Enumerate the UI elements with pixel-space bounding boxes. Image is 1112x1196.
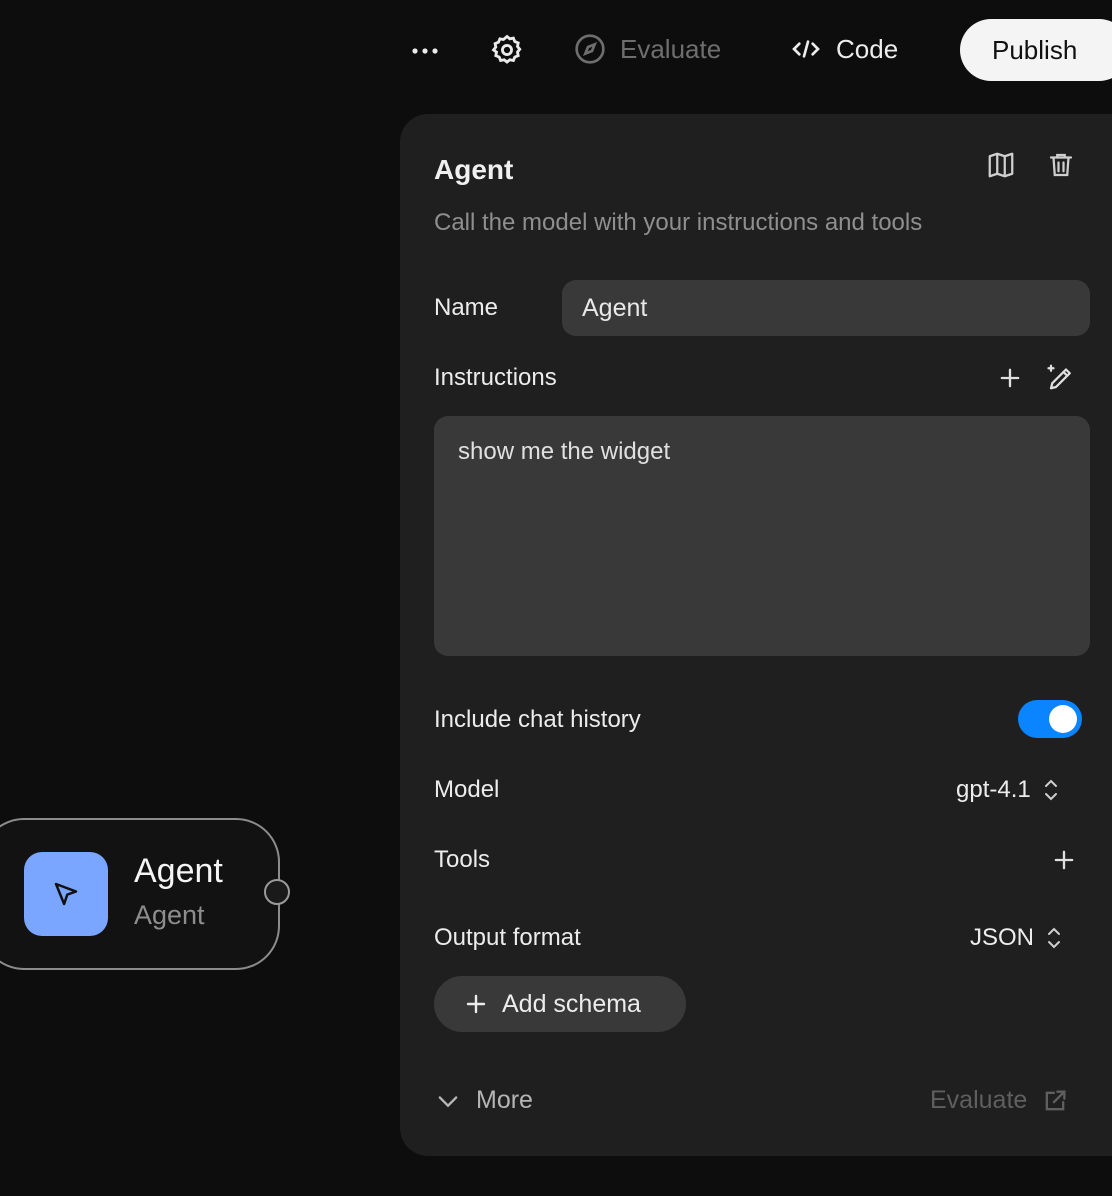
name-field[interactable] (562, 280, 1090, 336)
publish-button[interactable]: Publish (960, 19, 1112, 81)
toggle-knob (1049, 705, 1077, 733)
model-select[interactable]: gpt-4.1 (956, 776, 1061, 804)
add-schema-button[interactable]: Add schema (434, 976, 686, 1032)
docs-button[interactable] (986, 150, 1016, 185)
evaluate-button[interactable]: Evaluate (574, 33, 721, 65)
plus-icon (1054, 850, 1074, 870)
delete-button[interactable] (1046, 150, 1076, 185)
instructions-label: Instructions (434, 364, 557, 391)
code-icon (792, 40, 820, 58)
more-label: More (476, 1086, 533, 1114)
chat-history-toggle[interactable] (1018, 700, 1082, 738)
panel-title: Agent (434, 154, 514, 185)
external-link-icon (1045, 1090, 1066, 1110)
add-instruction-button[interactable] (996, 364, 1024, 397)
chevron-down-icon (438, 1095, 458, 1107)
chevron-up-down-icon (1044, 779, 1057, 801)
node-title: Agent (134, 852, 223, 890)
code-label: Code (836, 33, 899, 64)
panel-subtitle: Call the model with your instructions an… (434, 209, 923, 236)
tools-label: Tools (434, 846, 491, 873)
more-options-button[interactable] (408, 34, 442, 68)
more-toggle[interactable]: More (434, 1086, 533, 1115)
evaluate-link[interactable]: Evaluate (930, 1086, 1069, 1115)
chat-history-label: Include chat history (434, 706, 641, 733)
generate-instructions-button[interactable] (1046, 362, 1076, 397)
model-label: Model (434, 776, 500, 803)
add-schema-label: Add schema (502, 989, 641, 1018)
output-format-select[interactable]: JSON (970, 924, 1064, 952)
node-icon-tile (24, 852, 108, 936)
trash-icon (1049, 153, 1073, 177)
ellipsis-icon (412, 48, 438, 54)
magic-pencil-icon (1047, 364, 1071, 390)
compass-icon (575, 34, 605, 64)
agent-inspector-panel: Agent Call the model with your instructi… (400, 114, 1112, 1156)
add-tool-button[interactable] (1050, 846, 1078, 879)
evaluate-label: Evaluate (620, 33, 722, 64)
evaluate-link-label: Evaluate (930, 1086, 1028, 1114)
plus-icon (1000, 368, 1020, 388)
plus-icon (466, 994, 486, 1014)
book-icon (988, 152, 1014, 178)
node-subtitle: Agent (134, 900, 205, 930)
node-output-port[interactable] (264, 879, 290, 905)
top-toolbar: Evaluate Code Publish (0, 0, 1112, 100)
gear-icon (491, 34, 522, 64)
settings-button[interactable] (490, 33, 524, 67)
name-label: Name (434, 294, 499, 321)
instructions-textarea[interactable]: show me the widget (434, 416, 1090, 656)
output-format-label: Output format (434, 924, 581, 951)
output-format-value: JSON (970, 924, 1035, 951)
agent-node[interactable]: Agent Agent (0, 818, 280, 970)
chevron-up-down-icon (1048, 927, 1061, 949)
code-button[interactable]: Code (790, 33, 898, 65)
model-value: gpt-4.1 (956, 776, 1031, 803)
cursor-icon (54, 882, 78, 906)
